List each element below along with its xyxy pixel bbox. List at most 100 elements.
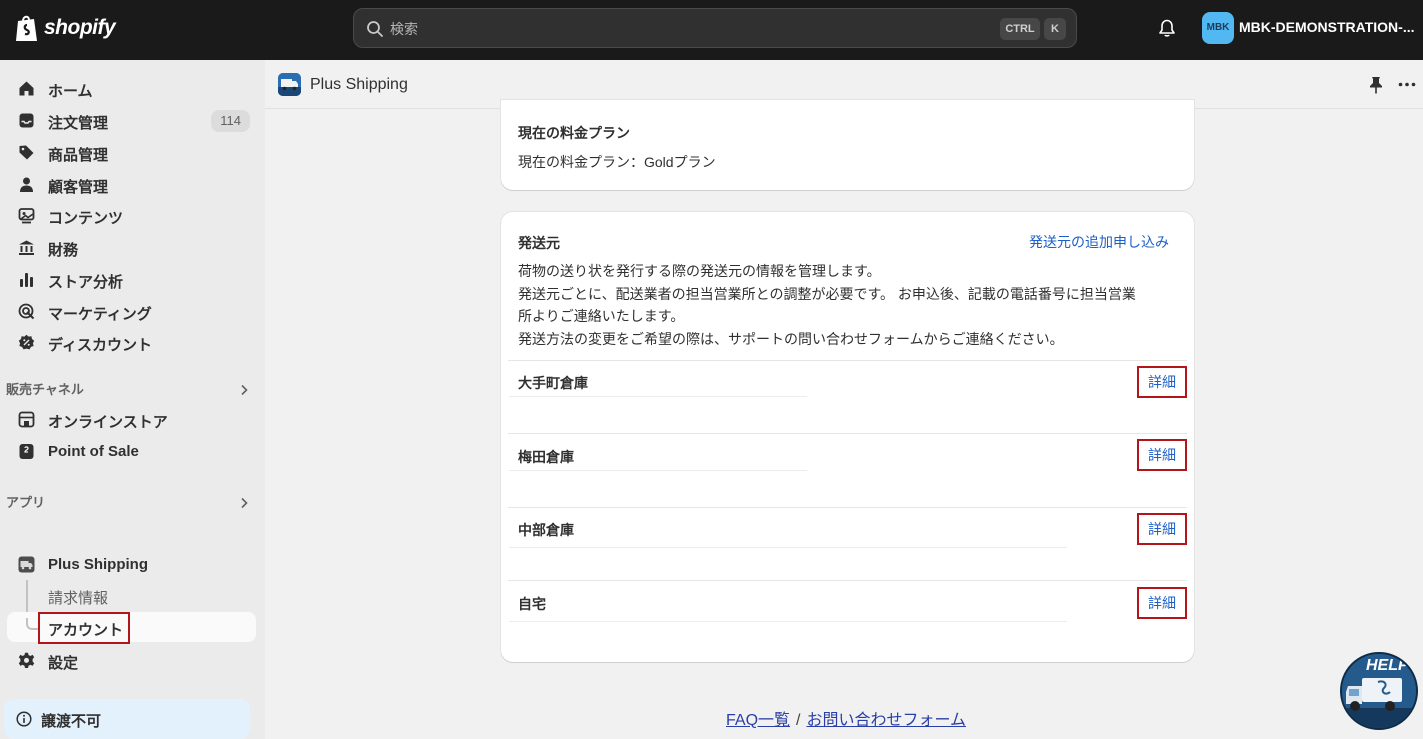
content-icon bbox=[18, 208, 35, 224]
sidebar-subitem-billing[interactable]: 請求情報 bbox=[48, 587, 108, 608]
origin-desc-line-3: 所よりご連絡いたします。 bbox=[518, 308, 685, 324]
sidebar-item-settings[interactable]: 設定 bbox=[6, 645, 256, 675]
gear-icon bbox=[18, 652, 35, 668]
global-search[interactable]: CTRL K bbox=[353, 8, 1077, 48]
faq-link[interactable]: FAQ一覧 bbox=[726, 712, 790, 729]
sidebar-item-label: Plus Shipping bbox=[48, 556, 148, 573]
non-transferable-label: 譲渡不可 bbox=[41, 713, 102, 730]
footer-separator: / bbox=[796, 712, 801, 729]
sidebar-item-orders[interactable]: 注文管理 114 bbox=[6, 105, 256, 135]
sidebar-item-label: マーケティング bbox=[48, 306, 152, 323]
home-icon bbox=[19, 81, 34, 96]
orders-count-badge: 114 bbox=[211, 110, 250, 132]
shopify-logo[interactable]: shopify bbox=[14, 13, 116, 43]
discount-icon bbox=[18, 334, 35, 350]
shortcut-k-key: K bbox=[1044, 18, 1066, 40]
sidebar-item-label: Point of Sale bbox=[48, 443, 139, 460]
origin-detail-button[interactable]: 詳細 bbox=[1137, 513, 1187, 545]
row-ghost-line bbox=[509, 547, 1067, 548]
sidebar-item-finance[interactable]: 財務 bbox=[6, 232, 256, 262]
more-options-icon[interactable] bbox=[1398, 82, 1416, 87]
origin-desc-line-1: 荷物の送り状を発行する際の発送元の情報を管理します。 bbox=[518, 263, 881, 279]
sidebar: ホーム 注文管理 114 商品管理 顧客管理 コンテンツ 財務 ストア分析 マー… bbox=[0, 60, 265, 739]
row-divider bbox=[508, 580, 1187, 581]
sidebar-item-label: 財務 bbox=[48, 242, 79, 259]
sidebar-item-label: 商品管理 bbox=[48, 147, 109, 164]
origin-name: 大手町倉庫 bbox=[518, 375, 588, 391]
sidebar-item-label: 注文管理 bbox=[48, 115, 109, 132]
sidebar-item-analytics[interactable]: ストア分析 bbox=[6, 264, 256, 294]
add-origin-link[interactable]: 発送元の追加申し込み bbox=[1029, 232, 1169, 252]
account-highlight-box bbox=[38, 612, 130, 644]
person-icon bbox=[20, 177, 33, 192]
footer-links: FAQ一覧 / お問い合わせフォーム bbox=[726, 706, 966, 730]
plan-card-text: 現在の料金プラン：Goldプラン bbox=[518, 154, 716, 170]
origin-name: 自宅 bbox=[518, 596, 546, 612]
shortcut-ctrl-key: CTRL bbox=[1000, 18, 1040, 40]
origin-name: 梅田倉庫 bbox=[518, 449, 574, 465]
origin-detail-button[interactable]: 詳細 bbox=[1137, 587, 1187, 619]
apps-heading: アプリ bbox=[6, 495, 46, 510]
shopify-bag-icon bbox=[16, 15, 37, 41]
sidebar-item-online-store[interactable]: オンラインストア bbox=[6, 404, 256, 434]
sidebar-item-marketing[interactable]: マーケティング bbox=[6, 296, 256, 326]
sidebar-item-label: コンテンツ bbox=[48, 210, 124, 227]
tag-icon bbox=[19, 145, 34, 160]
pos-icon bbox=[19, 444, 34, 459]
search-input[interactable] bbox=[390, 18, 950, 40]
row-ghost-line bbox=[509, 621, 1067, 622]
non-transferable-notice[interactable]: 譲渡不可 bbox=[4, 699, 250, 739]
plan-card: 現在の料金プラン 現在の料金プラン：Goldプラン bbox=[501, 100, 1194, 190]
sidebar-item-label: 設定 bbox=[48, 655, 79, 672]
row-divider bbox=[508, 507, 1187, 508]
pin-icon[interactable] bbox=[1368, 76, 1384, 94]
store-avatar[interactable]: MBK bbox=[1202, 12, 1234, 44]
sidebar-item-label: オンラインストア bbox=[48, 414, 168, 431]
origin-card: 発送元 発送元の追加申し込み 荷物の送り状を発行する際の発送元の情報を管理します… bbox=[501, 212, 1194, 662]
search-icon bbox=[367, 21, 383, 37]
row-divider bbox=[508, 433, 1187, 434]
target-icon bbox=[18, 303, 35, 320]
tree-hook bbox=[26, 618, 38, 630]
bell-icon[interactable] bbox=[1157, 18, 1177, 38]
row-ghost-line bbox=[509, 396, 807, 397]
store-icon bbox=[18, 411, 35, 428]
plan-card-title: 現在の料金プラン bbox=[518, 125, 630, 141]
sidebar-item-customers[interactable]: 顧客管理 bbox=[6, 169, 256, 199]
shopify-wordmark: shopify bbox=[44, 16, 116, 39]
chevron-right-icon[interactable] bbox=[237, 496, 251, 510]
truck-icon bbox=[278, 73, 301, 96]
sidebar-item-plus-shipping[interactable]: Plus Shipping bbox=[6, 549, 256, 579]
sidebar-item-products[interactable]: 商品管理 bbox=[6, 137, 256, 167]
sidebar-item-home[interactable]: ホーム bbox=[6, 73, 256, 103]
app-title: Plus Shipping bbox=[310, 76, 408, 93]
sidebar-item-discounts[interactable]: ディスカウント bbox=[6, 327, 256, 357]
top-bar: shopify CTRL K MBK MBK-DEMONSTRATION-... bbox=[0, 0, 1423, 60]
origin-desc-line-4: 発送方法の変更をご希望の際は、サポートの問い合わせフォームからご連絡ください。 bbox=[518, 331, 1064, 347]
store-name[interactable]: MBK-DEMONSTRATION-... bbox=[1239, 19, 1419, 35]
sidebar-item-label: ストア分析 bbox=[48, 274, 124, 291]
origin-name: 中部倉庫 bbox=[518, 522, 574, 538]
sales-channels-heading: 販売チャネル bbox=[6, 382, 84, 397]
origin-card-title: 発送元 bbox=[518, 235, 560, 251]
sidebar-item-content[interactable]: コンテンツ bbox=[6, 200, 256, 230]
sidebar-item-label: 顧客管理 bbox=[48, 179, 109, 196]
sidebar-item-label: ホーム bbox=[48, 83, 93, 100]
bar-chart-icon bbox=[20, 273, 33, 287]
plus-shipping-logo bbox=[278, 73, 301, 96]
bank-icon bbox=[19, 240, 34, 255]
sidebar-item-label: ディスカウント bbox=[48, 337, 152, 354]
row-divider bbox=[508, 360, 1187, 361]
origin-desc-line-2: 発送元ごとに、配送業者の担当営業所との調整が必要です。 お申込後、記載の電話番号… bbox=[518, 286, 1136, 302]
row-ghost-line bbox=[509, 470, 807, 471]
inbox-icon bbox=[19, 113, 34, 128]
info-icon bbox=[16, 711, 32, 727]
origin-detail-button[interactable]: 詳細 bbox=[1137, 439, 1187, 471]
sidebar-item-point-of-sale[interactable]: Point of Sale bbox=[6, 436, 256, 466]
help-button[interactable]: HELP bbox=[1340, 652, 1418, 730]
chevron-right-icon[interactable] bbox=[237, 383, 251, 397]
origin-detail-button[interactable]: 詳細 bbox=[1137, 366, 1187, 398]
truck-app-icon bbox=[18, 556, 35, 573]
help-label: HELP bbox=[1366, 657, 1409, 674]
contact-form-link[interactable]: お問い合わせフォーム bbox=[806, 712, 966, 729]
